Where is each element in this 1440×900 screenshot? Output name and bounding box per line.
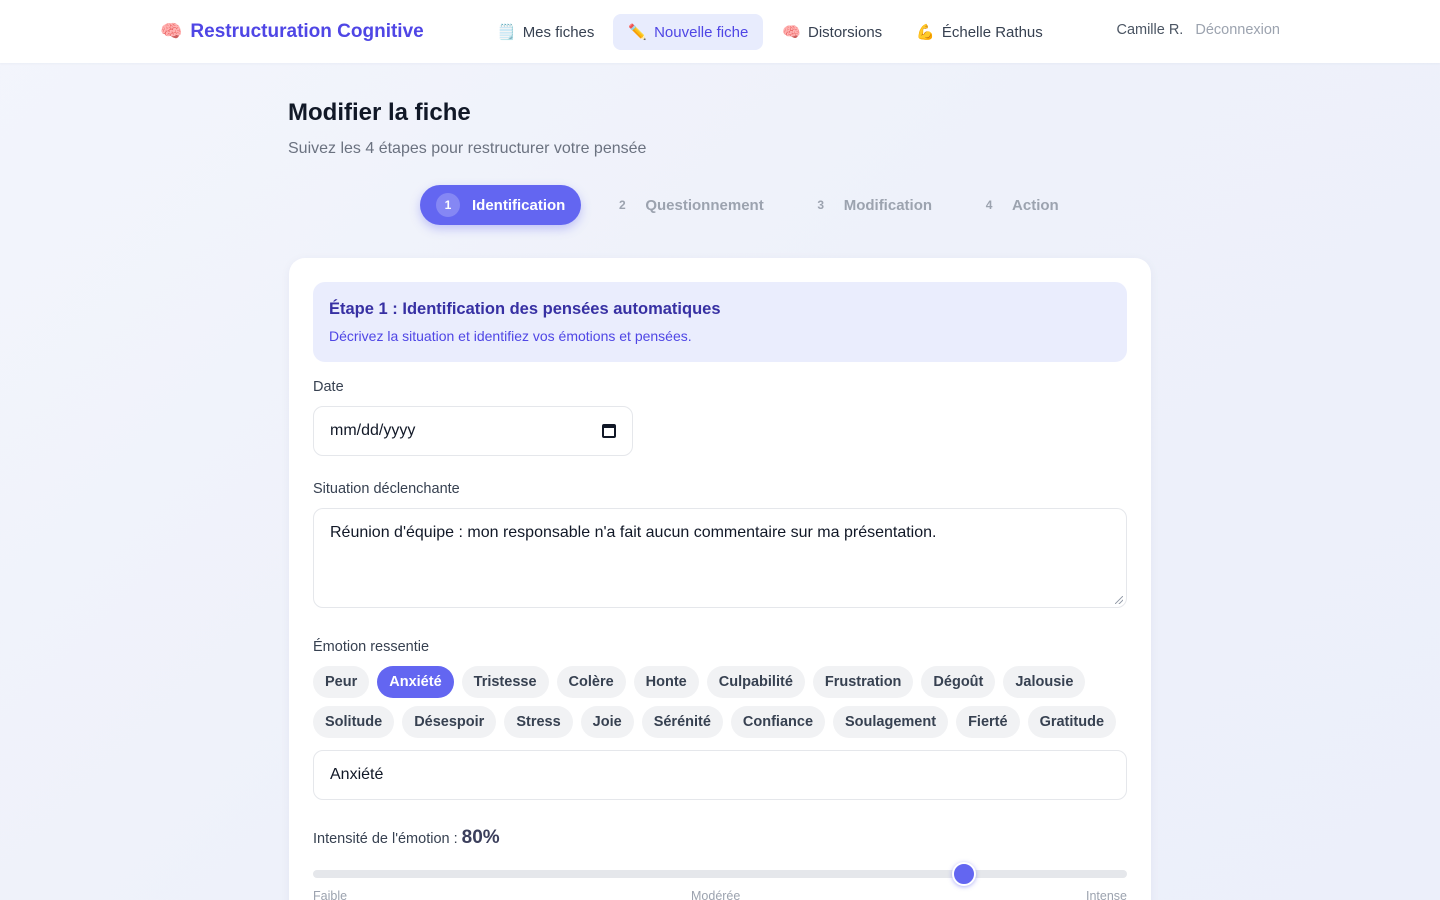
pencil-icon: ✏️ xyxy=(628,22,648,41)
step-label: Identification xyxy=(472,196,566,214)
situation-text: Réunion d'équipe : mon responsable n'a f… xyxy=(330,524,937,541)
emotion-input[interactable]: Anxiété xyxy=(313,750,1127,800)
step-info-title: Étape 1 : Identification des pensées aut… xyxy=(329,300,721,318)
date-input[interactable]: mm/dd/yyyy xyxy=(313,406,633,456)
nav-item-nouvelle-fiche[interactable]: ✏️ Nouvelle fiche xyxy=(613,14,764,50)
intensity-scale: Faible Modérée Intense xyxy=(313,889,1127,900)
nav-item-label: Échelle Rathus xyxy=(941,23,1043,41)
intensity-label: Intensité de l'émotion : 80% xyxy=(313,827,500,849)
flexed-biceps-icon: 💪 xyxy=(916,22,935,41)
slider-track[interactable] xyxy=(313,870,1127,878)
nav-item-label: Distorsions xyxy=(807,23,883,41)
emotion-chip[interactable]: Sérénité xyxy=(641,706,723,738)
scale-label-low: Faible xyxy=(313,889,348,900)
user-name: Camille R. xyxy=(1116,22,1184,38)
nav-item-distorsions[interactable]: 🧠 Distorsions xyxy=(767,14,897,50)
page-subtitle: Suivez les 4 étapes pour restructurer vo… xyxy=(288,140,647,157)
emotion-chip[interactable]: Colère xyxy=(556,666,626,698)
emotion-chip[interactable]: Solitude xyxy=(313,706,395,738)
step-label: Questionnement xyxy=(645,196,764,214)
brand-logo[interactable]: 🧠 Restructuration Cognitive xyxy=(160,19,424,45)
emotion-input-value: Anxiété xyxy=(330,766,384,783)
step-label: Modification xyxy=(843,196,933,214)
emotion-chip[interactable]: Tristesse xyxy=(461,666,549,698)
step-number: 2 xyxy=(619,198,626,212)
stepper: 1 Identification 2 Questionnement 3 Modi… xyxy=(420,185,1075,225)
situation-label: Situation déclenchante xyxy=(313,481,460,497)
step-questionnement[interactable]: 2 Questionnement xyxy=(595,185,779,225)
emotion-chips-row: Peur Anxiété Tristesse Colère Honte Culpabili… xyxy=(313,666,1133,698)
calendar-icon[interactable] xyxy=(602,424,616,438)
page-title: Modifier la fiche xyxy=(288,99,471,126)
emotion-chip[interactable]: Fierté xyxy=(956,706,1020,738)
emotion-chip[interactable]: Frustration xyxy=(812,666,914,698)
emotion-chip[interactable]: Gratitude xyxy=(1027,706,1117,738)
emotion-chip[interactable]: Anxiété xyxy=(377,666,454,698)
form-card: Étape 1 : Identification des pensées aut… xyxy=(289,258,1151,900)
emotion-chip[interactable]: Jalousie xyxy=(1003,666,1086,698)
emotion-chip[interactable]: Joie xyxy=(580,706,634,738)
date-label: Date xyxy=(313,379,344,395)
emotion-chip[interactable]: Désespoir xyxy=(402,706,497,738)
step-info-box: Étape 1 : Identification des pensées aut… xyxy=(313,282,1127,362)
brand-name: Restructuration Cognitive xyxy=(190,21,424,42)
nav-item-mes-fiches[interactable]: 🗒️ Mes fiches xyxy=(482,14,609,50)
logout-link[interactable]: Déconnexion xyxy=(1195,22,1280,38)
intensity-label-text: Intensité de l'émotion : xyxy=(313,831,458,847)
step-label: Action xyxy=(1012,196,1059,214)
step-modification[interactable]: 3 Modification xyxy=(794,185,948,225)
step-info-description: Décrivez la situation et identifiez vos … xyxy=(329,328,692,344)
emotion-chip[interactable]: Dégoût xyxy=(921,666,996,698)
nav-item-label: Nouvelle fiche xyxy=(654,23,749,41)
resize-handle-icon[interactable] xyxy=(1115,596,1123,604)
emotion-label: Émotion ressentie xyxy=(313,639,430,655)
emotion-chip[interactable]: Stress xyxy=(504,706,573,738)
situation-textarea[interactable]: Réunion d'équipe : mon responsable n'a f… xyxy=(313,508,1127,608)
brain-icon: 🧠 xyxy=(782,22,801,41)
step-action[interactable]: 4 Action xyxy=(962,185,1075,225)
step-number: 1 xyxy=(436,193,460,217)
step-identification[interactable]: 1 Identification xyxy=(420,185,582,225)
top-navigation-bar: 🧠 Restructuration Cognitive 🗒️ Mes fiche… xyxy=(0,0,1440,63)
nav-item-echelle-rathus[interactable]: 💪 Échelle Rathus xyxy=(901,14,1058,50)
nav-item-label: Mes fiches xyxy=(522,23,595,41)
emotion-chip[interactable]: Peur xyxy=(313,666,370,698)
user-area: Camille R. Déconnexion xyxy=(1116,22,1280,38)
scale-label-mid: Modérée xyxy=(691,889,741,900)
main-nav: 🗒️ Mes fiches ✏️ Nouvelle fiche 🧠 Distor… xyxy=(482,14,1058,50)
emotion-chip[interactable]: Honte xyxy=(633,666,699,698)
notepad-icon: 🗒️ xyxy=(497,22,516,41)
emotion-chips-row: Solitude Désespoir Stress Joie Sérénité Confi… xyxy=(313,706,1133,738)
scale-label-high: Intense xyxy=(1085,889,1127,900)
intensity-value: 80% xyxy=(461,827,500,848)
emotion-chip[interactable]: Confiance xyxy=(730,706,826,738)
step-number: 4 xyxy=(985,198,993,212)
slider-thumb[interactable] xyxy=(952,862,977,886)
emotion-chip[interactable]: Culpabilité xyxy=(706,666,805,698)
intensity-slider[interactable] xyxy=(313,862,1127,886)
step-number: 3 xyxy=(817,198,825,212)
date-placeholder: mm/dd/yyyy xyxy=(330,422,416,439)
emotion-chip[interactable]: Soulagement xyxy=(833,706,949,738)
brain-icon: 🧠 xyxy=(160,21,183,42)
